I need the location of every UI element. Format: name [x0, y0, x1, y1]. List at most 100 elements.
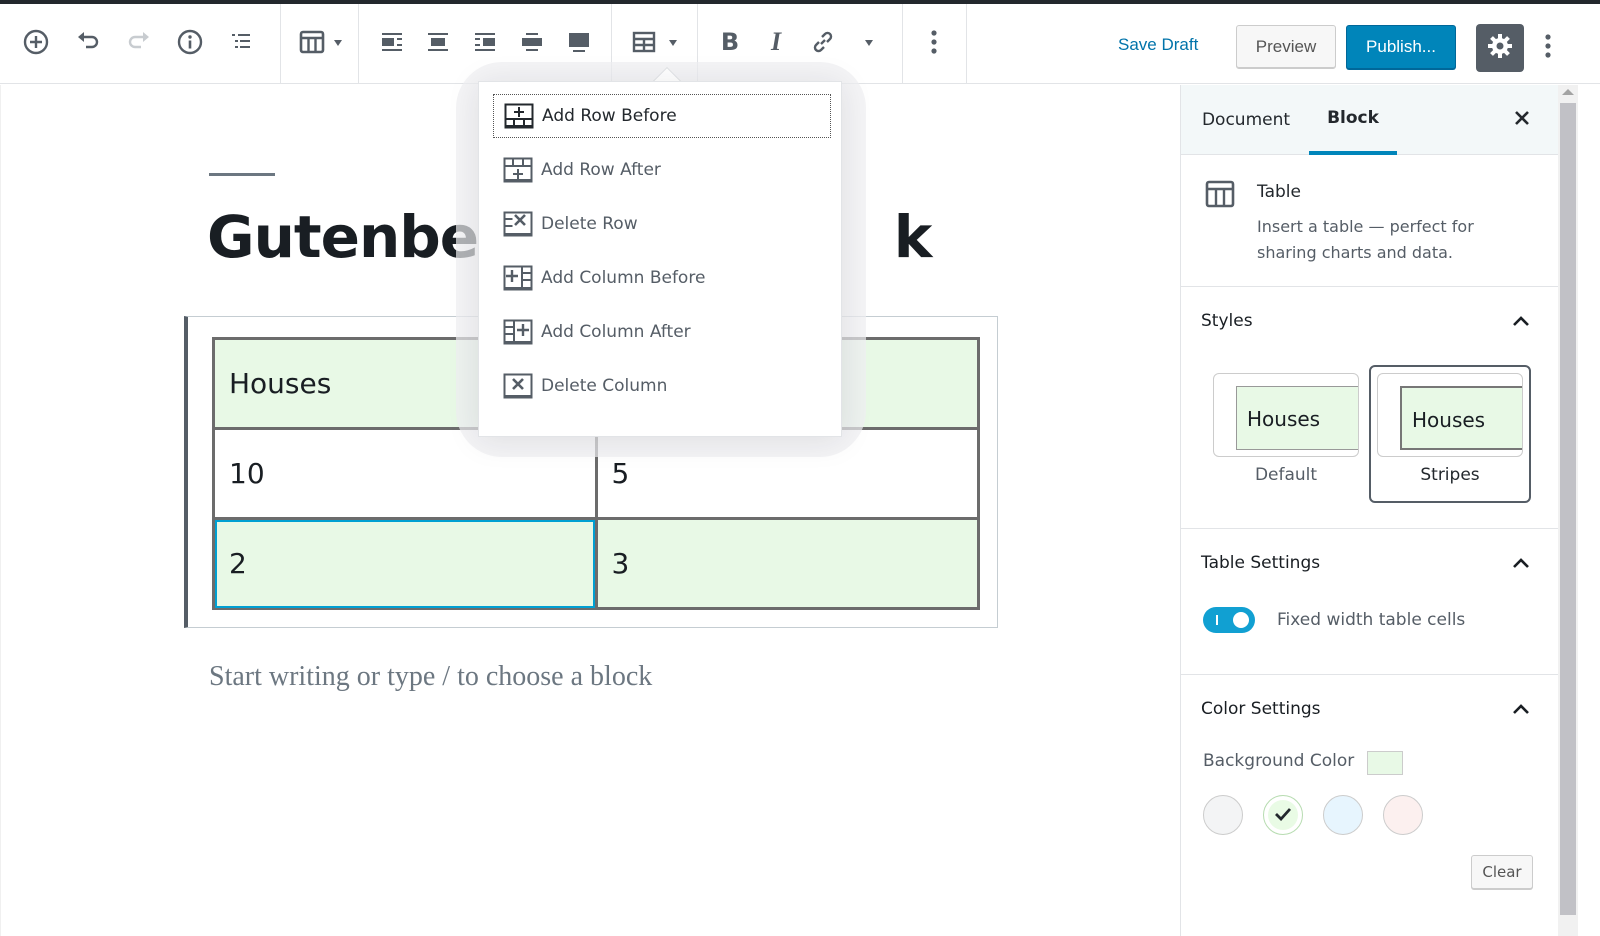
undo-icon: [74, 28, 102, 56]
table-settings-panel-toggle[interactable]: [1509, 551, 1533, 575]
block-card-title: Table: [1257, 182, 1301, 202]
current-color-indicator: [1367, 751, 1403, 775]
color-settings-panel-title[interactable]: Color Settings: [1201, 699, 1321, 719]
chevron-up-icon: [1512, 700, 1530, 719]
default-block-appender[interactable]: Start writing or type / to choose a bloc…: [209, 661, 652, 693]
chevron-down-icon: [669, 40, 677, 46]
style-preview: Houses: [1377, 373, 1523, 457]
tab-block[interactable]: Block: [1309, 85, 1397, 155]
menu-item-add-column-after[interactable]: Add Column After: [493, 310, 831, 354]
align-wide-button[interactable]: [514, 24, 550, 60]
style-preview: Houses: [1213, 373, 1359, 457]
block-card-description: Insert a table — perfect for sharing cha…: [1257, 217, 1474, 262]
preview-button[interactable]: Preview: [1236, 25, 1336, 69]
align-full-button[interactable]: [561, 24, 597, 60]
color-swatch-subtle-pale-pink[interactable]: [1383, 795, 1423, 835]
styles-panel-title[interactable]: Styles: [1201, 311, 1253, 331]
styles-panel-toggle[interactable]: [1509, 309, 1533, 333]
menu-item-add-row-before[interactable]: Add Row Before: [493, 94, 831, 138]
tab-document[interactable]: Document: [1199, 85, 1293, 155]
italic-icon: I: [770, 27, 782, 56]
scrollbar-thumb[interactable]: [1560, 103, 1576, 915]
color-swatch-subtle-pale-blue[interactable]: [1323, 795, 1363, 835]
menu-item-delete-column[interactable]: Delete Column: [493, 364, 831, 408]
align-right-button[interactable]: [467, 24, 503, 60]
align-right-icon: [473, 30, 497, 54]
scroll-up-arrow-icon[interactable]: [1562, 89, 1574, 95]
toolbar-separator: [902, 4, 903, 84]
toolbar-separator: [358, 4, 359, 84]
chevron-up-icon: [1512, 312, 1530, 331]
menu-item-label: Add Row Before: [542, 106, 677, 126]
align-center-icon: [426, 30, 450, 54]
clear-color-button[interactable]: Clear: [1471, 855, 1533, 889]
menu-item-label: Delete Column: [541, 376, 668, 396]
save-draft-button[interactable]: Save Draft: [1118, 30, 1198, 60]
more-vertical-icon: [930, 29, 938, 55]
table-icon: [298, 28, 326, 56]
menu-item-delete-row[interactable]: Delete Row: [493, 202, 831, 246]
italic-button[interactable]: I: [758, 24, 794, 60]
settings-button[interactable]: [1476, 24, 1524, 72]
edit-table-button[interactable]: [626, 24, 662, 60]
style-option-default[interactable]: Houses Default: [1205, 365, 1367, 503]
align-left-button[interactable]: [374, 24, 410, 60]
content-info-button[interactable]: [172, 24, 208, 60]
chevron-down-icon: [334, 40, 342, 46]
block-navigation-icon: [228, 29, 254, 55]
block-type-switcher[interactable]: [294, 24, 330, 60]
add-block-icon: [22, 28, 50, 56]
sidebar-tabs: Document Block: [1181, 85, 1559, 155]
bold-button[interactable]: B: [712, 24, 748, 60]
align-full-icon: [567, 30, 591, 54]
toggle-knob: [1233, 612, 1249, 628]
align-left-icon: [380, 30, 404, 54]
color-swatch-subtle-light-gray[interactable]: [1203, 795, 1243, 835]
redo-icon: [125, 28, 153, 56]
table-row-before-icon: [504, 103, 534, 129]
background-color-label: Background Color: [1203, 751, 1355, 771]
chevron-up-icon: [1512, 554, 1530, 573]
fixed-width-toggle[interactable]: [1203, 607, 1255, 633]
sidebar-scrollbar[interactable]: [1558, 85, 1578, 936]
title-separator: [209, 173, 275, 176]
table-col-delete-icon: [503, 373, 533, 399]
toolbar-separator: [280, 4, 281, 84]
menu-item-add-row-after[interactable]: Add Row After: [493, 148, 831, 192]
style-preview-text: Houses: [1236, 386, 1358, 450]
table-cell[interactable]: 2: [212, 517, 598, 610]
align-wide-icon: [520, 30, 544, 54]
menu-item-label: Delete Row: [541, 214, 638, 234]
style-option-stripes[interactable]: Houses Stripes: [1369, 365, 1531, 503]
close-sidebar-button[interactable]: [1507, 105, 1537, 135]
more-vertical-icon: [1544, 33, 1552, 63]
more-block-options-button[interactable]: [916, 24, 952, 60]
undo-button[interactable]: [70, 24, 106, 60]
styles-panel: Styles Houses Default Houses Stripes: [1181, 287, 1559, 529]
table-row-after-icon: [503, 157, 533, 183]
more-rich-text-chevron-icon[interactable]: [865, 40, 873, 46]
toggle-on-indicator: [1216, 615, 1218, 625]
align-center-button[interactable]: [420, 24, 456, 60]
block-navigation-button[interactable]: [223, 24, 259, 60]
add-block-button[interactable]: [18, 24, 54, 60]
more-tools-options-button[interactable]: [1538, 30, 1558, 66]
menu-item-label: Add Row After: [541, 160, 661, 180]
style-preview-text: Houses: [1400, 386, 1522, 450]
fixed-width-toggle-label[interactable]: Fixed width table cells: [1277, 607, 1465, 633]
menu-item-label: Add Column After: [541, 322, 691, 342]
style-option-label: Default: [1254, 465, 1318, 485]
redo-button[interactable]: [121, 24, 157, 60]
color-swatch-subtle-pale-green[interactable]: [1263, 795, 1303, 835]
menu-item-add-column-before[interactable]: Add Column Before: [493, 256, 831, 300]
table-icon: [1205, 180, 1235, 212]
publish-button[interactable]: Publish...: [1346, 25, 1456, 69]
color-settings-panel-toggle[interactable]: [1509, 697, 1533, 721]
table-settings-panel-title[interactable]: Table Settings: [1201, 553, 1320, 573]
link-icon: [810, 29, 836, 55]
checkmark-icon: [1274, 806, 1292, 825]
table-cell[interactable]: 3: [594, 517, 980, 610]
link-button[interactable]: [805, 24, 841, 60]
table-row: 23: [212, 517, 980, 610]
gear-icon: [1487, 33, 1513, 63]
